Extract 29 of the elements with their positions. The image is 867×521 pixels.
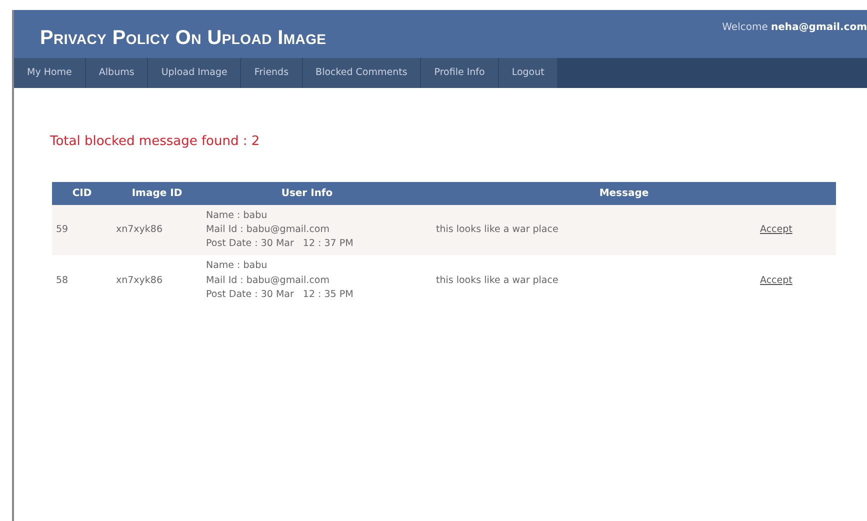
table-cell: this looks like a war place <box>412 255 756 306</box>
nav-link[interactable]: Upload Image <box>148 58 242 88</box>
table-cell: this looks like a war place <box>412 204 756 256</box>
welcome-label: Welcome <box>722 22 769 33</box>
nav-link[interactable]: Blocked Comments <box>302 58 422 88</box>
site-title: Privacy Policy On Upload Image <box>40 26 326 51</box>
user-info-line: Post Date : 30 Mar 12 : 35 PM <box>206 288 354 302</box>
column-header: Image ID <box>112 182 202 204</box>
column-header: Message <box>412 182 836 204</box>
user-info-line: Mail Id : babu@gmail.com <box>206 274 330 288</box>
blocked-count-text: Total blocked message found : 2 <box>50 133 261 151</box>
column-header: User Info <box>202 182 412 204</box>
accept-link[interactable]: Accept <box>760 224 792 235</box>
column-header: CID <box>52 182 112 204</box>
nav-link[interactable]: Friends <box>241 58 303 88</box>
nav-link[interactable]: Albums <box>86 58 148 88</box>
table-cell: 59 <box>52 204 112 256</box>
user-info-line: Name : babu <box>206 259 268 274</box>
user-email: neha@gmail.com <box>771 22 867 33</box>
user-info-line: Post Date : 30 Mar 12 : 37 PM <box>206 237 354 251</box>
table-cell: 58 <box>52 255 112 306</box>
user-info-line: Name : babu <box>206 208 268 222</box>
table-cell: xn7xyk86 <box>112 255 202 306</box>
user-info-line: Mail Id : babu@gmail.com <box>206 222 330 237</box>
nav-link[interactable]: Logout <box>498 58 558 88</box>
nav-link[interactable]: Profile Info <box>421 58 499 88</box>
nav-link[interactable]: My Home <box>14 58 86 88</box>
accept-link[interactable]: Accept <box>760 274 792 286</box>
table-cell: xn7xyk86 <box>112 204 202 256</box>
